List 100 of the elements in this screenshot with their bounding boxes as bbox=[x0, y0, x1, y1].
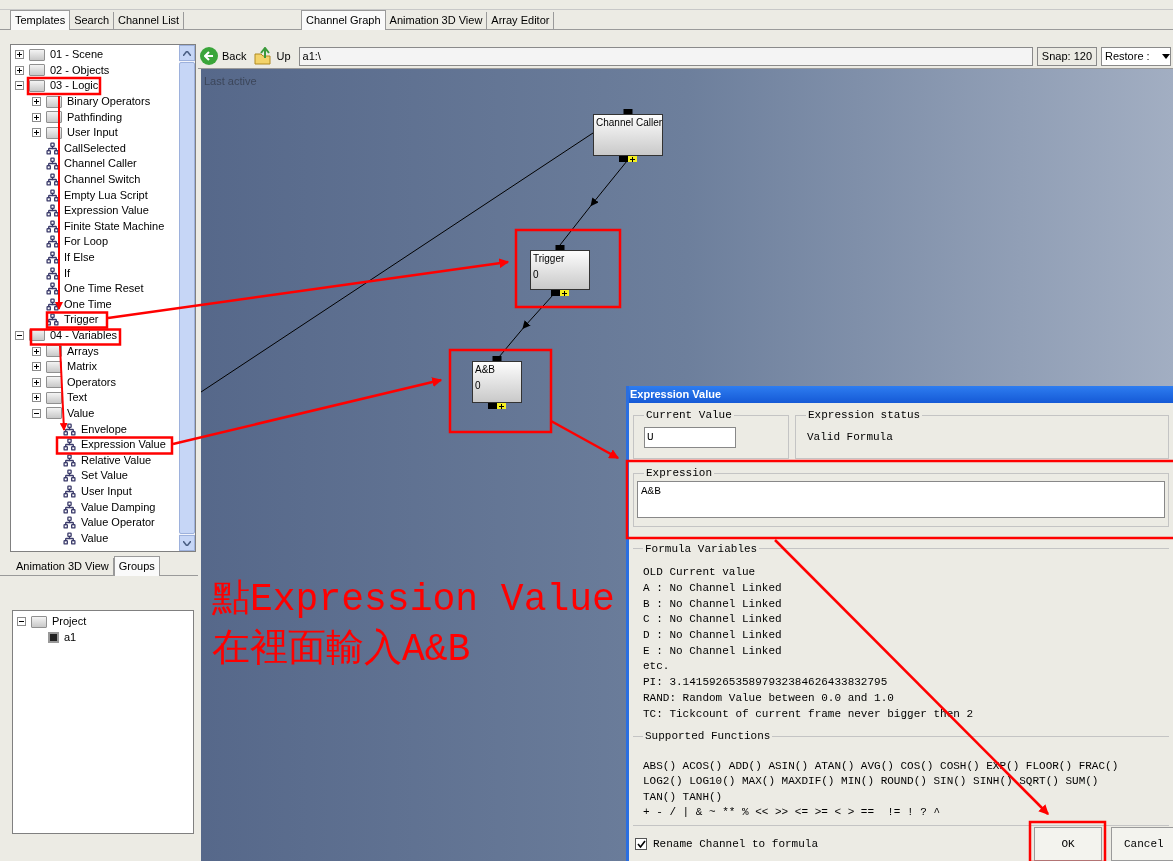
variable-line: RAND: Random Value between 0.0 and 1.0 bbox=[643, 690, 895, 706]
expand-icon[interactable] bbox=[32, 377, 41, 387]
tree-item[interactable]: If bbox=[64, 266, 71, 280]
node-icon bbox=[63, 422, 76, 436]
tree-item[interactable]: If Else bbox=[64, 251, 95, 264]
node-icon bbox=[63, 484, 76, 498]
tree-item[interactable]: Value Damping bbox=[81, 500, 156, 514]
function-line: TAN() TANH() bbox=[643, 789, 724, 805]
tree-item[interactable]: User Input bbox=[81, 484, 132, 498]
tree-item[interactable]: Value bbox=[81, 531, 109, 545]
rename-checkbox[interactable] bbox=[635, 838, 647, 850]
tree-item[interactable]: Set Value bbox=[81, 469, 128, 483]
tree-item[interactable]: Pathfinding bbox=[67, 110, 123, 124]
back-button[interactable]: Back bbox=[200, 47, 251, 65]
collapse-icon[interactable] bbox=[15, 331, 24, 340]
tree-item[interactable]: Project bbox=[52, 615, 87, 629]
expand-icon[interactable] bbox=[15, 50, 24, 60]
function-line: LOG2() LOG10() MAX() MAXDIF() MIN() ROUND() SIN() SINH() SQRT() SUM() bbox=[643, 774, 1100, 790]
node-icon bbox=[46, 157, 59, 171]
tree-item[interactable]: Value bbox=[67, 406, 95, 420]
tree-item[interactable]: One Time Reset bbox=[64, 282, 144, 296]
tree-item[interactable]: 03 - Logic bbox=[50, 79, 99, 93]
tree-item[interactable]: For Loop bbox=[64, 235, 109, 249]
tree-item[interactable]: Relative Value bbox=[81, 453, 152, 467]
add-port-icon[interactable] bbox=[628, 156, 637, 162]
variable-line: A : No Channel Linked bbox=[643, 580, 783, 596]
tab[interactable]: Groups bbox=[113, 556, 160, 576]
folder-icon bbox=[46, 95, 62, 108]
input-port[interactable] bbox=[623, 109, 633, 114]
add-port-icon[interactable] bbox=[560, 290, 569, 296]
graph-node[interactable]: Trigger 0 bbox=[530, 250, 590, 290]
tree-item[interactable]: Binary Operators bbox=[67, 95, 151, 109]
tree-item[interactable]: User Input bbox=[67, 126, 118, 140]
node-icon bbox=[46, 313, 59, 327]
tree-item[interactable]: One Time bbox=[64, 297, 112, 311]
node-icon bbox=[46, 204, 59, 218]
back-icon bbox=[200, 47, 218, 65]
status-text: Valid Formula bbox=[806, 429, 894, 445]
variable-line: D : No Channel Linked bbox=[643, 628, 783, 644]
path-field[interactable]: a1:\ bbox=[298, 46, 1033, 66]
expand-icon[interactable] bbox=[32, 97, 41, 107]
tree-item[interactable]: Operators bbox=[67, 375, 116, 389]
expand-icon[interactable] bbox=[32, 112, 41, 122]
scroll-up-icon[interactable] bbox=[179, 45, 195, 61]
node-icon bbox=[63, 438, 76, 452]
tree-item[interactable]: Text bbox=[67, 391, 88, 405]
current-value-field[interactable]: U bbox=[644, 426, 736, 448]
node-icon bbox=[46, 266, 59, 280]
folder-icon bbox=[46, 376, 62, 389]
cancel-button[interactable]: Cancel bbox=[1111, 827, 1173, 861]
folder-up-icon bbox=[254, 47, 273, 65]
tree-item[interactable]: CallSelected bbox=[64, 141, 126, 155]
node-icon bbox=[46, 188, 59, 202]
node-title: Trigger bbox=[533, 253, 565, 265]
expand-icon[interactable] bbox=[15, 65, 24, 75]
tab[interactable]: Templates bbox=[10, 10, 71, 30]
graph-node[interactable]: A&B 0 bbox=[472, 361, 522, 403]
node-icon bbox=[63, 500, 76, 514]
tab[interactable]: Channel Graph bbox=[301, 10, 386, 30]
ok-button[interactable]: OK bbox=[1034, 827, 1102, 861]
expand-icon[interactable] bbox=[32, 393, 41, 403]
tree-item[interactable]: Channel Switch bbox=[64, 173, 141, 187]
expand-icon[interactable] bbox=[32, 128, 41, 138]
tree-item[interactable]: 02 - Objects bbox=[50, 63, 110, 77]
tree-item[interactable]: Expression Value bbox=[64, 204, 149, 218]
tree-item[interactable]: Value Operator bbox=[81, 516, 155, 530]
group-label: Current Value bbox=[645, 408, 733, 423]
tree-item[interactable]: 04 - Variables bbox=[50, 329, 118, 342]
tree-item[interactable]: Empty Lua Script bbox=[64, 188, 148, 202]
tree-item[interactable]: Matrix bbox=[67, 360, 97, 374]
tree-item[interactable]: Finite State Machine bbox=[64, 219, 165, 233]
graph-node[interactable]: Channel Caller bbox=[593, 114, 663, 156]
checkbox-label: Rename Channel to formula bbox=[653, 836, 819, 852]
input-port[interactable] bbox=[555, 245, 565, 250]
tree-item[interactable]: Arrays bbox=[67, 344, 99, 358]
tree-item[interactable]: a1 bbox=[64, 630, 77, 644]
add-port-icon[interactable] bbox=[497, 403, 506, 409]
input-port[interactable] bbox=[492, 356, 502, 361]
expand-icon[interactable] bbox=[32, 346, 41, 356]
tree-item[interactable]: Trigger bbox=[64, 313, 99, 327]
tree-item[interactable]: Channel Caller bbox=[64, 157, 137, 171]
expression-field[interactable]: A&B bbox=[637, 481, 1165, 519]
folder-icon bbox=[46, 407, 62, 420]
node-icon bbox=[46, 251, 59, 264]
channel-icon bbox=[48, 631, 59, 643]
scroll-down-icon[interactable] bbox=[179, 535, 195, 551]
expand-icon[interactable] bbox=[32, 362, 41, 372]
collapse-icon[interactable] bbox=[15, 81, 24, 91]
folder-icon bbox=[46, 391, 62, 404]
variable-line: OLD Current value bbox=[643, 565, 757, 581]
tree-item[interactable]: Envelope bbox=[81, 422, 127, 436]
collapse-icon[interactable] bbox=[32, 408, 41, 418]
folder-icon bbox=[29, 80, 45, 92]
node-icon bbox=[63, 516, 76, 530]
group-label: Supported Functions bbox=[644, 729, 772, 745]
tree-item[interactable]: 01 - Scene bbox=[50, 48, 104, 62]
restore-dropdown[interactable]: Restore : bbox=[1101, 46, 1171, 66]
tree-item[interactable]: Expression Value bbox=[81, 438, 166, 452]
up-button[interactable]: Up bbox=[254, 47, 295, 65]
collapse-icon[interactable] bbox=[17, 617, 26, 627]
